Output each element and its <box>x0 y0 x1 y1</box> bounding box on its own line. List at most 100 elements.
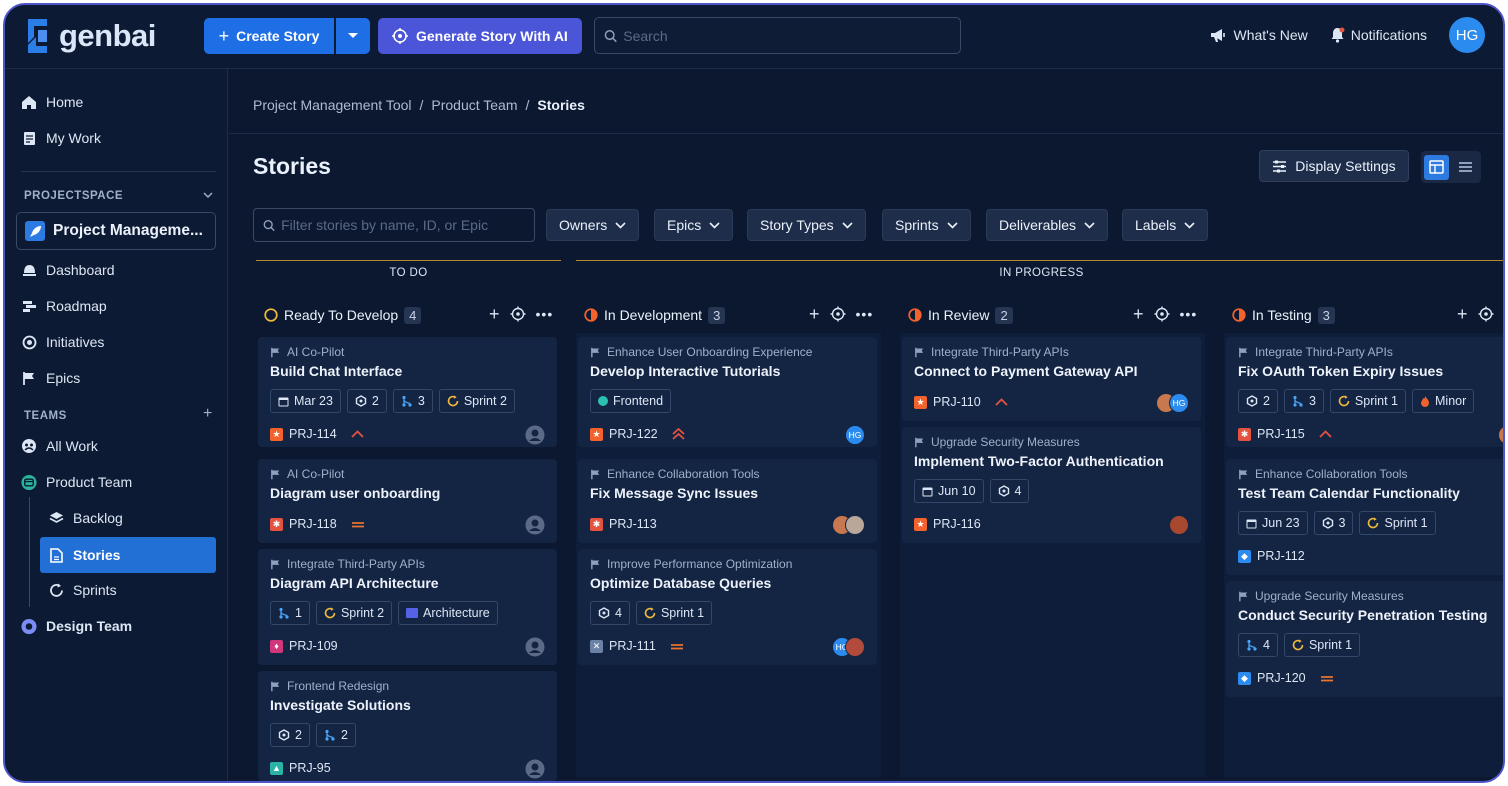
tag-label: Sprint 1 <box>1308 638 1353 652</box>
story-card[interactable]: Upgrade Security Measures Conduct Securi… <box>1226 581 1503 697</box>
sidebar-item-label: Backlog <box>73 510 123 526</box>
filter-labels[interactable]: Labels <box>1122 209 1209 241</box>
filter-sprints[interactable]: Sprints <box>882 209 971 241</box>
story-card[interactable]: Enhance User Onboarding Experience Devel… <box>578 337 877 447</box>
assignee-avatar[interactable] <box>525 759 545 779</box>
generate-story-ai-button[interactable]: Generate Story With AI <box>378 18 582 54</box>
list-view-button[interactable] <box>1453 155 1478 180</box>
story-card[interactable]: Improve Performance Optimization Optimiz… <box>578 549 877 665</box>
assignee-avatars[interactable] <box>832 515 865 535</box>
filter-epics[interactable]: Epics <box>654 209 734 241</box>
story-card[interactable]: Integrate Third-Party APIs Fix OAuth Tok… <box>1226 337 1503 447</box>
sidebar-item-home[interactable]: Home <box>21 87 83 117</box>
tag-label: Minor <box>1435 394 1467 408</box>
filter-label: Labels <box>1135 217 1177 233</box>
sprint-cycle-icon <box>1338 395 1350 407</box>
search-box <box>594 17 961 54</box>
create-story-button[interactable]: + Create Story <box>204 18 334 54</box>
sidebar-item-design-team[interactable]: Design Team <box>21 611 132 641</box>
create-story-dropdown-button[interactable] <box>336 18 370 54</box>
whats-new-link[interactable]: What's New <box>1210 27 1308 43</box>
bug-icon: ✱ <box>590 517 603 531</box>
card-epic: Enhance User Onboarding Experience <box>590 345 812 359</box>
tag-label: Jun 10 <box>938 484 976 498</box>
sidebar-item-epics[interactable]: Epics <box>21 363 80 393</box>
in-progress-status-icon <box>1232 308 1246 322</box>
ai-sparkle-icon[interactable] <box>1154 306 1170 322</box>
filter-stories-input[interactable] <box>281 217 534 233</box>
display-settings-button[interactable]: Display Settings <box>1259 150 1409 182</box>
sidebar-item-sprints[interactable]: Sprints <box>48 575 117 605</box>
filter-box <box>253 208 535 242</box>
flag-icon <box>591 347 600 357</box>
more-options-icon[interactable]: ••• <box>1180 306 1198 322</box>
more-options-icon[interactable]: ••• <box>856 306 874 322</box>
add-story-plus-icon[interactable]: + <box>1133 305 1144 323</box>
calendar-icon <box>922 487 933 496</box>
ai-sparkle-icon[interactable] <box>510 306 526 322</box>
user-placeholder-icon <box>525 637 545 657</box>
filter-deliverables[interactable]: Deliverables <box>986 209 1109 241</box>
sidebar-item-my-work[interactable]: My Work <box>21 123 101 153</box>
story-card[interactable]: Integrate Third-Party APIs Connect to Pa… <box>902 337 1201 421</box>
filter-owners[interactable]: Owners <box>546 209 640 241</box>
assignee-avatar[interactable] <box>525 425 545 445</box>
sidebar-item-stories[interactable]: Stories <box>40 537 216 573</box>
deliverable-icon <box>406 608 419 618</box>
logo[interactable]: genbai <box>23 17 156 55</box>
hexagon-icon <box>355 395 367 407</box>
sidebar-item-all-work[interactable]: All Work <box>21 431 98 461</box>
filter-story-types[interactable]: Story Types <box>747 209 866 241</box>
chevron-down-icon <box>842 221 853 229</box>
flame-icon <box>1421 396 1429 407</box>
assignee-avatar[interactable] <box>525 637 545 657</box>
assignee-avatars[interactable]: HG <box>832 637 865 657</box>
sidebar-item-product-team[interactable]: Product Team <box>21 467 132 497</box>
sidebar-item-dashboard[interactable]: Dashboard <box>21 255 115 285</box>
priority-high-icon <box>1319 430 1332 438</box>
assignee-avatars[interactable]: HG <box>1156 393 1189 413</box>
ai-sparkle-icon[interactable] <box>1478 306 1494 322</box>
column-actions: + ••• <box>489 305 554 323</box>
assignee-avatar[interactable] <box>525 515 545 535</box>
add-team-plus-icon[interactable]: + <box>203 405 212 423</box>
card-epic-name: Upgrade Security Measures <box>1255 589 1404 603</box>
story-star-icon: ★ <box>914 395 927 409</box>
story-card[interactable]: Frontend Redesign Investigate Solutions … <box>258 671 557 781</box>
add-story-plus-icon[interactable]: + <box>809 305 820 323</box>
story-card[interactable]: AI Co-Pilot Diagram user onboarding ✱ PRJ… <box>258 459 557 543</box>
add-story-plus-icon[interactable]: + <box>489 305 500 323</box>
assignee-avatar[interactable]: HG <box>845 425 865 445</box>
card-epic: Integrate Third-Party APIs <box>914 345 1069 359</box>
tag-label: 4 <box>1263 638 1270 652</box>
story-card[interactable]: Enhance Collaboration Tools Test Team Ca… <box>1226 459 1503 575</box>
branch-icon <box>1247 639 1257 651</box>
sidebar-item-initiatives[interactable]: Initiatives <box>21 327 104 357</box>
sidebar-item-backlog[interactable]: Backlog <box>48 503 123 533</box>
document-icon <box>21 130 37 146</box>
board-view-button[interactable] <box>1424 154 1449 180</box>
search-input[interactable] <box>623 27 960 44</box>
add-story-plus-icon[interactable]: + <box>1457 305 1468 323</box>
sidebar-item-label: Initiatives <box>46 334 105 350</box>
ai-sparkle-icon[interactable] <box>830 306 846 322</box>
group-header-todo: TO DO <box>256 260 561 284</box>
breadcrumb-team[interactable]: Product Team <box>431 97 517 113</box>
more-options-icon[interactable]: ••• <box>536 306 554 322</box>
project-selector[interactable]: Project Manageme... <box>16 212 216 250</box>
chevron-down-icon[interactable] <box>203 192 213 199</box>
story-card[interactable]: Integrate Third-Party APIs Diagram API A… <box>258 549 557 665</box>
story-card[interactable]: Enhance Collaboration Tools Fix Message … <box>578 459 877 543</box>
notifications-link[interactable]: Notifications <box>1330 27 1427 43</box>
story-card[interactable]: AI Co-Pilot Build Chat Interface Mar 23 … <box>258 337 557 447</box>
assignee-avatar[interactable] <box>1169 515 1189 535</box>
research-flask-icon: ▲ <box>270 761 283 775</box>
card-epic-name: AI Co-Pilot <box>287 345 345 359</box>
breadcrumb-project[interactable]: Project Management Tool <box>253 97 412 113</box>
user-avatar[interactable]: HG <box>1449 17 1485 53</box>
tag-label: 3 <box>417 394 425 408</box>
story-card[interactable]: Upgrade Security Measures Implement Two-… <box>902 427 1201 543</box>
assignee-avatar[interactable] <box>1498 425 1503 445</box>
sidebar-item-roadmap[interactable]: Roadmap <box>21 291 107 321</box>
breadcrumb: Project Management Tool / Product Team /… <box>253 97 585 113</box>
